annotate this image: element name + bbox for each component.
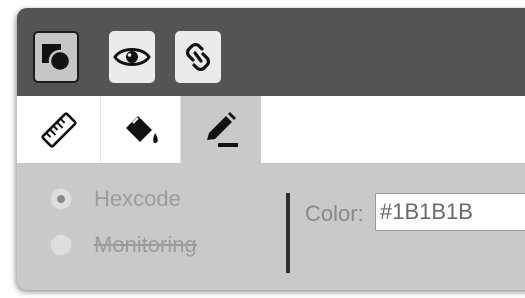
stroke-settings: Hexcode Monitoring Color: bbox=[17, 163, 525, 290]
paint-bucket-icon bbox=[125, 115, 158, 143]
toolbar bbox=[17, 8, 525, 96]
link-button[interactable] bbox=[175, 31, 221, 83]
tab-measure[interactable] bbox=[17, 96, 101, 163]
eye-icon bbox=[113, 48, 151, 66]
tab-stroke[interactable] bbox=[181, 96, 261, 163]
radio-hexcode[interactable]: Hexcode bbox=[50, 186, 181, 212]
link-icon bbox=[186, 43, 210, 71]
tab-fill[interactable] bbox=[101, 96, 181, 163]
tab-bar bbox=[17, 96, 525, 163]
pen-icon bbox=[207, 111, 238, 147]
radio-button[interactable] bbox=[50, 234, 72, 256]
radio-button[interactable] bbox=[50, 188, 72, 210]
radio-label-monitoring: Monitoring bbox=[94, 232, 197, 257]
color-input[interactable] bbox=[375, 193, 525, 231]
visibility-button[interactable] bbox=[109, 31, 155, 83]
radio-label-hexcode: Hexcode bbox=[94, 186, 181, 211]
ruler-icon bbox=[40, 111, 77, 148]
tool-panel: Hexcode Monitoring Color: bbox=[17, 8, 525, 290]
shapes-icon bbox=[42, 44, 72, 73]
divider bbox=[286, 193, 290, 273]
color-label: Color: bbox=[305, 201, 364, 226]
radio-monitoring[interactable]: Monitoring bbox=[50, 232, 197, 258]
shapes-button[interactable] bbox=[33, 31, 79, 83]
